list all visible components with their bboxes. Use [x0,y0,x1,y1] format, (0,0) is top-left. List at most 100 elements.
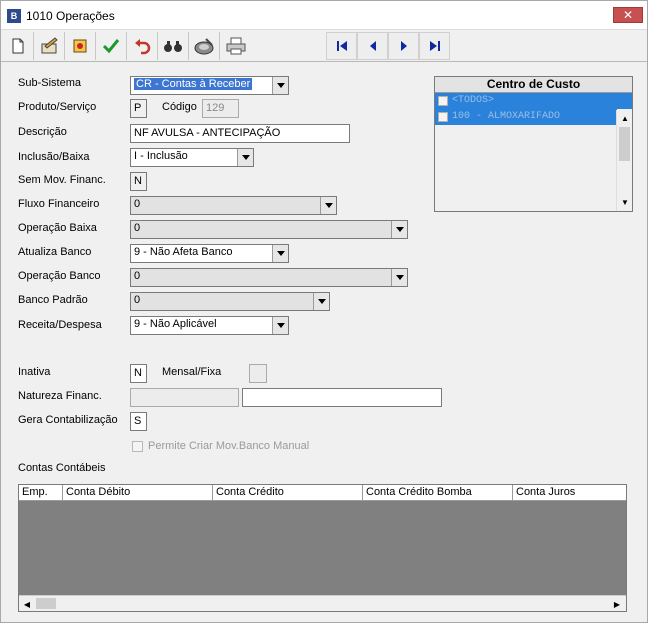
search-icon [164,41,182,52]
receita-despesa-select[interactable]: 9 - Não Aplicável [130,316,289,335]
chevron-down-icon[interactable] [313,293,329,310]
search-button[interactable] [158,32,189,60]
operacoes-window: B 1010 Operações ✕ Sub-Sistema CR - Cont… [0,0,648,623]
print-button[interactable] [220,32,251,60]
next-record-button[interactable] [388,32,419,60]
chevron-down-icon[interactable] [391,269,407,286]
natureza-financ-description-field[interactable] [242,388,442,407]
banco-padrao-select[interactable]: 0 [130,292,330,311]
chevron-down-icon[interactable] [320,197,336,214]
window-title: 1010 Operações [26,9,115,23]
gera-contabilizacao-field[interactable]: S [130,412,147,431]
report-icon [194,38,214,55]
fluxo-financeiro-value: 0 [134,198,141,210]
mensal-fixa-label: Mensal/Fixa [162,366,222,378]
delete-button[interactable] [65,32,96,60]
print-icon [226,37,245,55]
inclusao-baixa-value: I - Inclusão [134,150,188,162]
atualiza-banco-value: 9 - Não Afeta Banco [134,246,233,258]
title-bar: B 1010 Operações ✕ [1,1,647,30]
app-icon: B [7,9,21,23]
receita-despesa-value: 9 - Não Aplicável [134,318,217,330]
natureza-financ-label: Natureza Financ. [18,390,102,402]
column-header[interactable]: Conta Crédito Bomba [363,485,513,501]
item-checkbox[interactable] [438,112,448,122]
horizontal-scrollbar[interactable]: ◀ ▶ [19,595,626,611]
operacao-baixa-value: 0 [134,222,141,234]
edit-icon [41,37,58,54]
undo-icon [135,39,151,55]
chevron-down-icon[interactable] [237,149,253,166]
operacao-baixa-label: Operação Baixa [18,222,97,234]
sub-sistema-value: CR - Contas à Receber [134,78,253,90]
previous-record-button[interactable] [357,32,388,60]
scroll-thumb[interactable] [36,598,56,609]
chevron-down-icon[interactable] [272,77,288,94]
previous-record-icon [369,41,376,51]
scroll-thumb[interactable] [619,127,630,161]
natureza-financ-code-field[interactable] [130,388,239,407]
item-checkbox[interactable] [438,96,448,106]
fluxo-financeiro-label: Fluxo Financeiro [18,198,100,210]
inativa-field[interactable]: N [130,364,147,383]
codigo-field[interactable]: 129 [202,99,239,118]
sub-sistema-select[interactable]: CR - Contas à Receber [130,76,289,95]
vertical-scrollbar[interactable]: ▲ ▼ [616,110,632,211]
chevron-down-icon[interactable] [272,317,288,334]
fluxo-financeiro-select[interactable]: 0 [130,196,337,215]
contas-contabeis-label: Contas Contábeis [18,462,106,474]
list-item[interactable]: <TODOS> [435,93,632,109]
receita-despesa-label: Receita/Despesa [18,319,102,331]
first-record-icon [336,41,347,51]
list-item[interactable]: 100 - ALMOXARIFADO [435,109,617,125]
next-record-icon [400,41,407,51]
last-record-button[interactable] [419,32,450,60]
undo-button[interactable] [127,32,158,60]
column-header[interactable]: Conta Crédito [213,485,363,501]
list-item-label: <TODOS> [452,95,495,106]
new-icon [12,38,24,54]
report-button[interactable] [189,32,220,60]
banco-padrao-value: 0 [134,294,141,306]
centro-custo-list: Centro de Custo <TODOS> 100 - ALMOXARIFA… [434,76,633,212]
mensal-fixa-field[interactable] [249,364,267,383]
toolbar [1,30,647,62]
column-header[interactable]: Conta Juros [513,485,626,501]
new-button[interactable] [3,32,34,60]
scroll-right-icon[interactable]: ▶ [610,597,624,611]
operacao-baixa-select[interactable]: 0 [130,220,408,239]
produto-servico-field[interactable]: P [130,99,147,118]
gera-contabilizacao-label: Gera Contabilização [18,414,118,426]
column-header[interactable]: Conta Débito [63,485,213,501]
atualiza-banco-select[interactable]: 9 - Não Afeta Banco [130,244,289,263]
produto-servico-label: Produto/Serviço [18,101,97,113]
codigo-label: Código [162,101,197,113]
scroll-up-icon[interactable]: ▲ [618,111,632,125]
inclusao-baixa-select[interactable]: I - Inclusão [130,148,254,167]
column-header[interactable]: Emp. [19,485,63,501]
descricao-label: Descrição [18,126,67,138]
atualiza-banco-label: Atualiza Banco [18,246,92,258]
chevron-down-icon[interactable] [391,221,407,238]
permite-mov-banco-checkbox[interactable] [132,441,143,452]
operacao-banco-value: 0 [134,270,141,282]
close-button[interactable]: ✕ [613,7,643,23]
list-item-label: 100 - ALMOXARIFADO [452,111,561,122]
first-record-button[interactable] [326,32,357,60]
confirm-icon [102,39,120,54]
delete-icon [73,39,87,53]
inativa-label: Inativa [18,366,51,378]
banco-padrao-label: Banco Padrão [18,294,88,306]
operacao-banco-label: Operação Banco [18,270,101,282]
last-record-icon [429,41,440,51]
sem-mov-financ-field[interactable]: N [130,172,147,191]
confirm-button[interactable] [96,32,127,60]
contas-contabeis-grid[interactable]: Emp. Conta Débito Conta Crédito Conta Cr… [18,484,627,612]
edit-button[interactable] [34,32,65,60]
scroll-down-icon[interactable]: ▼ [618,195,632,209]
centro-custo-header: Centro de Custo [435,77,632,93]
descricao-field[interactable]: NF AVULSA - ANTECIPAÇÃO [130,124,350,143]
operacao-banco-select[interactable]: 0 [130,268,408,287]
scroll-left-icon[interactable]: ◀ [20,597,34,611]
chevron-down-icon[interactable] [272,245,288,262]
